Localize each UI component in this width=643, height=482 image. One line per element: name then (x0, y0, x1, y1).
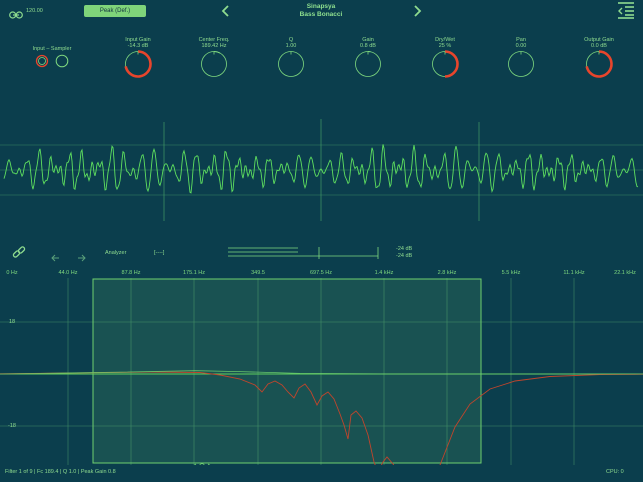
filter-status: Filter 1 of 9 | Fc 189.4 | Q 1.0 | Peak … (5, 469, 116, 475)
instrument-name: Sinapsya (306, 3, 336, 10)
input-toggle-live[interactable] (55, 54, 69, 73)
frequency-tick-label: 87.8 Hz (121, 270, 141, 276)
menu-icon[interactable] (617, 2, 635, 24)
level-meter (228, 247, 379, 259)
cpu-status: CPU: 0 (606, 469, 624, 475)
gain-label-top: 18 (9, 319, 16, 325)
frequency-tick-label: 22.1 kHz (614, 270, 636, 276)
frequency-tick-label: 5.5 kHz (501, 270, 521, 276)
knob-value-arc (213, 51, 221, 54)
eq-analyzer[interactable] (0, 278, 643, 465)
input-toggle-sampler[interactable] (35, 54, 49, 73)
waveform-display (0, 119, 643, 221)
frequency-tick-label: 697.5 Hz (309, 270, 333, 276)
knob-dial[interactable] (198, 48, 230, 80)
frequency-tick-label: 2.8 kHz (437, 270, 457, 276)
knob-value-arc (444, 50, 459, 78)
knob-dial[interactable] (583, 48, 615, 80)
filter-handle (193, 463, 211, 465)
frequency-tick-label: 349.5 (251, 270, 265, 276)
preset-button[interactable]: Peak (Def.) (84, 5, 146, 17)
meter-bottom-value: -24 dB (396, 253, 413, 259)
preset-title: Sinapsya Bass Bonacci (300, 3, 343, 19)
meter-top-value: -24 dB (396, 246, 413, 252)
preset-name: Bass Bonacci (299, 11, 343, 18)
filter-selection-region (92, 278, 482, 464)
previous-preset-icon[interactable] (221, 4, 231, 22)
analyzer-toggle[interactable]: Analyzer (105, 250, 126, 256)
tempo-display: 120.00 (26, 8, 43, 14)
redo-arrow-icon[interactable] (77, 249, 86, 267)
top-bar: 120.00 Peak (Def.) Sinapsya Bass Bonacci (0, 0, 643, 22)
undo-arrow-icon[interactable] (51, 249, 60, 267)
gain-label-bottom: -18 (8, 423, 16, 429)
knob-dial[interactable] (429, 48, 461, 80)
frequency-tick-label: 175.1 Hz (182, 270, 206, 276)
knob-dial[interactable] (352, 48, 384, 80)
knob-dial[interactable] (122, 48, 154, 80)
frequency-tick-label: 0 Hz (6, 270, 18, 276)
next-preset-icon[interactable] (412, 4, 422, 22)
knob-dial[interactable] (505, 48, 537, 80)
frequency-tick-label: 44.0 Hz (58, 270, 78, 276)
frequency-tick-label: 1.4 kHz (374, 270, 394, 276)
input-label: Input – Sampler (32, 46, 72, 52)
bracket-toggle[interactable]: [----] (154, 250, 164, 256)
frequency-tick-label: 11.1 kHz (563, 270, 585, 276)
knob-dial[interactable] (275, 48, 307, 80)
link-icon[interactable] (9, 6, 23, 24)
chain-link-icon[interactable] (12, 246, 26, 265)
